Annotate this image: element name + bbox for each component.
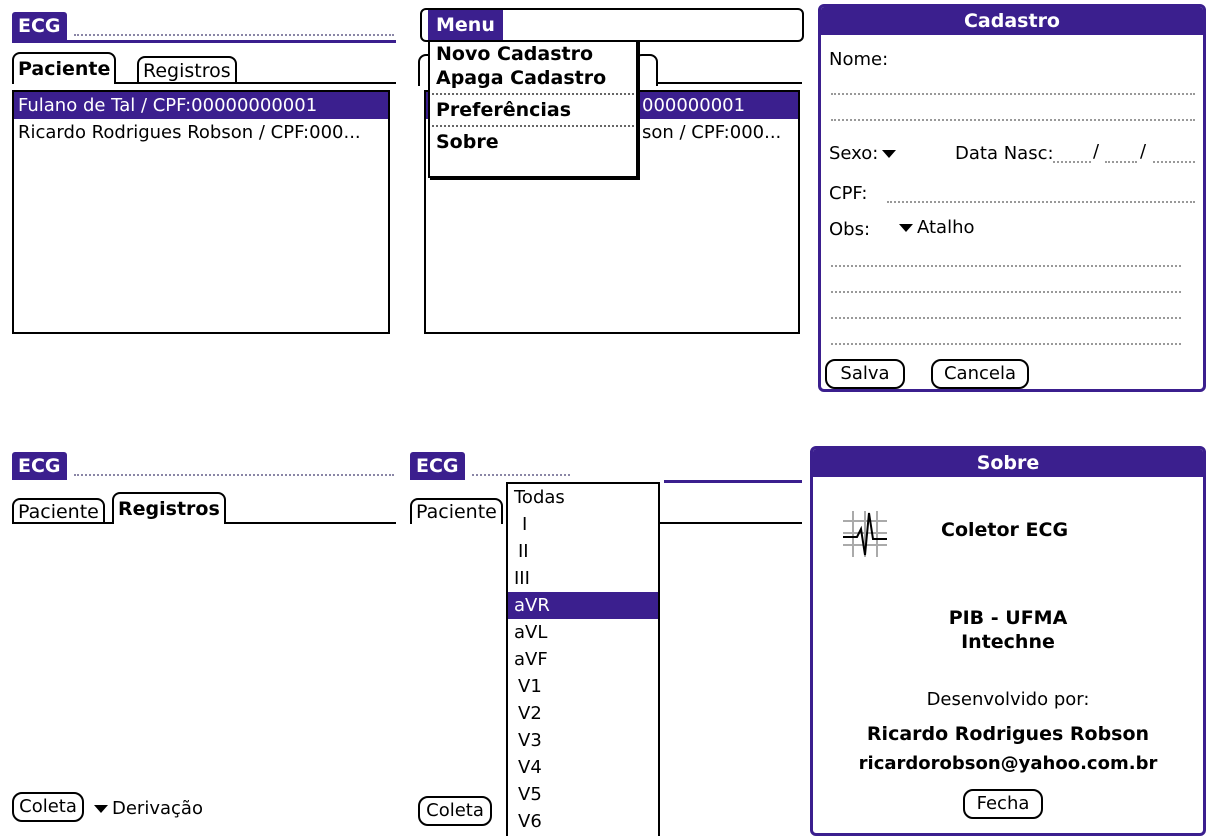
screen-menu: 000000001 son / CPF:000... Menu Novo Cad… bbox=[418, 8, 804, 342]
ecg-logo-icon bbox=[843, 509, 887, 559]
screen-lead-selector: ECG Paciente Coleta Todas I II III aVR a… bbox=[410, 452, 804, 836]
date-separator: / bbox=[1093, 141, 1100, 162]
cpf-label: CPF: bbox=[829, 183, 868, 204]
tab-paciente[interactable]: Paciente bbox=[12, 498, 105, 524]
menu-bar: Menu bbox=[420, 8, 804, 42]
menu-item-preferencias[interactable]: Preferências bbox=[430, 98, 636, 122]
chevron-down-icon bbox=[899, 224, 913, 232]
obs-label: Obs: bbox=[829, 219, 871, 240]
lead-option[interactable]: Todas bbox=[508, 484, 658, 511]
tab-baseline bbox=[660, 522, 802, 524]
menu-item-apaga-cadastro[interactable]: Apaga Cadastro bbox=[430, 66, 636, 90]
title-dotted-line bbox=[74, 474, 394, 476]
obs-field-line[interactable] bbox=[831, 291, 1181, 293]
author-name: Ricardo Rodrigues Robson bbox=[866, 723, 1150, 745]
patient-list[interactable]: Fulano de Tal / CPF:00000000001 Ricardo … bbox=[12, 90, 390, 334]
lead-option[interactable]: II bbox=[508, 538, 658, 565]
tab-registros[interactable]: Registros bbox=[137, 56, 237, 84]
derivacao-selector[interactable]: Derivação bbox=[90, 798, 203, 819]
developed-by-label: Desenvolvido por: bbox=[926, 689, 1090, 710]
lead-popup-list[interactable]: Todas I II III aVR aVL aVF V1 V2 V3 V4 V… bbox=[506, 482, 660, 836]
title-underline bbox=[12, 40, 396, 43]
date-separator: / bbox=[1140, 141, 1147, 162]
sexo-selector[interactable]: Sexo: bbox=[829, 143, 900, 164]
obs-field-line[interactable] bbox=[831, 265, 1181, 267]
title-dotted-line bbox=[74, 34, 394, 36]
nome-field-line1[interactable] bbox=[831, 93, 1195, 95]
cancela-button[interactable]: Cancela bbox=[931, 359, 1029, 389]
menu-item-sobre[interactable]: Sobre bbox=[430, 130, 636, 154]
chevron-down-icon bbox=[882, 150, 897, 158]
lead-option[interactable]: V2 bbox=[508, 700, 658, 727]
menu-dropdown: Novo Cadastro Apaga Cadastro Preferência… bbox=[428, 40, 638, 178]
lead-option[interactable]: aVL bbox=[508, 619, 658, 646]
author-email: ricardorobson@yahoo.com.br bbox=[858, 753, 1158, 774]
menu-separator bbox=[432, 125, 634, 127]
list-item-text: son / CPF:000... bbox=[642, 122, 782, 143]
lead-option[interactable]: V6 bbox=[508, 808, 658, 835]
cpf-field[interactable] bbox=[887, 201, 1195, 203]
dialog-title: Sobre bbox=[813, 449, 1203, 477]
obs-field-line[interactable] bbox=[831, 317, 1181, 319]
dialog-title: Cadastro bbox=[821, 7, 1203, 35]
app-title: ECG bbox=[12, 12, 67, 40]
obs-field-line[interactable] bbox=[831, 343, 1181, 345]
tab-paciente[interactable]: Paciente bbox=[410, 498, 503, 524]
cadastro-dialog: Cadastro Nome: Sexo: Data Nasc: / / CPF:… bbox=[818, 4, 1206, 392]
atalho-selector[interactable]: Atalho bbox=[895, 217, 975, 238]
lead-option[interactable]: V1 bbox=[508, 673, 658, 700]
chevron-down-icon bbox=[94, 805, 108, 813]
screen-registros: ECG Paciente Registros Coleta Derivação bbox=[12, 452, 396, 832]
fecha-button[interactable]: Fecha bbox=[963, 789, 1043, 819]
menu-item-novo-cadastro[interactable]: Novo Cadastro bbox=[430, 42, 636, 66]
tab-registros[interactable]: Registros bbox=[112, 492, 226, 524]
app-name: Coletor ECG bbox=[941, 519, 1069, 541]
sexo-label: Sexo: bbox=[829, 143, 879, 164]
menu-title[interactable]: Menu bbox=[428, 10, 503, 40]
list-item[interactable]: Fulano de Tal / CPF:00000000001 bbox=[14, 92, 388, 119]
lead-option[interactable]: V5 bbox=[508, 781, 658, 808]
coleta-button[interactable]: Coleta bbox=[12, 792, 84, 822]
nome-field-line2[interactable] bbox=[831, 119, 1195, 121]
lead-option[interactable]: I bbox=[508, 511, 658, 538]
lead-option[interactable]: III bbox=[508, 565, 658, 592]
day-field[interactable] bbox=[1053, 161, 1091, 163]
sobre-dialog: Sobre Coletor ECG PIB - UFMA Intechne De… bbox=[810, 446, 1206, 836]
data-nasc-label: Data Nasc: bbox=[955, 143, 1054, 164]
derivacao-label: Derivação bbox=[112, 798, 203, 819]
app-title: ECG bbox=[12, 452, 67, 480]
coleta-button[interactable]: Coleta bbox=[418, 796, 492, 826]
menu-separator bbox=[432, 93, 634, 95]
tab-paciente[interactable]: Paciente bbox=[12, 52, 117, 84]
month-field[interactable] bbox=[1105, 161, 1137, 163]
atalho-label: Atalho bbox=[917, 217, 975, 238]
year-field[interactable] bbox=[1153, 161, 1195, 163]
title-dotted-line bbox=[472, 474, 570, 476]
screen-patient-list: ECG Paciente Registros Fulano de Tal / C… bbox=[12, 12, 396, 342]
salva-button[interactable]: Salva bbox=[825, 359, 905, 389]
nome-label: Nome: bbox=[829, 49, 889, 70]
lead-option[interactable]: aVF bbox=[508, 646, 658, 673]
app-title: ECG bbox=[410, 452, 465, 480]
lead-option[interactable]: V4 bbox=[508, 754, 658, 781]
org-name-2: Intechne bbox=[961, 631, 1055, 653]
lead-option-selected[interactable]: aVR bbox=[508, 592, 658, 619]
title-underline bbox=[664, 480, 802, 483]
list-item-text: 000000001 bbox=[642, 95, 746, 116]
list-item[interactable]: Ricardo Rodrigues Robson / CPF:000... bbox=[14, 119, 388, 146]
org-name: PIB - UFMA bbox=[948, 607, 1068, 629]
lead-option[interactable]: V3 bbox=[508, 727, 658, 754]
